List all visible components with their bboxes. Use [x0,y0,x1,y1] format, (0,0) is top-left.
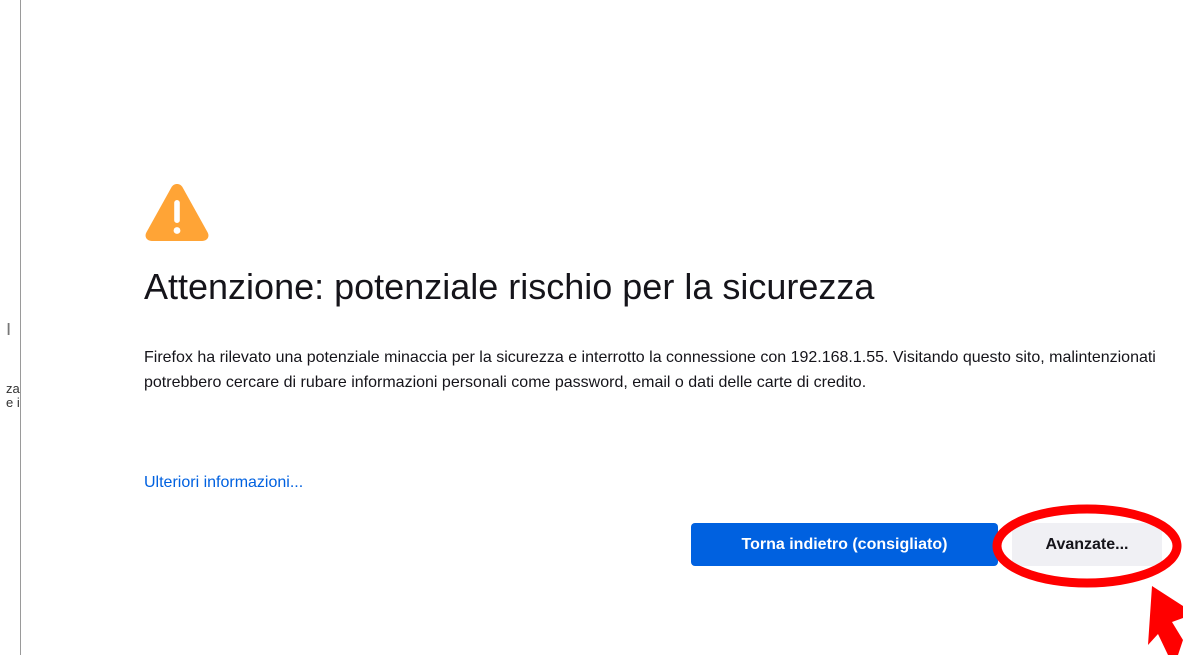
go-back-button[interactable]: Torna indietro (consigliato) [691,523,998,566]
advanced-button[interactable]: Avanzate... [1012,523,1162,566]
warning-triangle-icon [145,184,209,241]
left-panel-fragment: za [6,381,20,396]
learn-more-link[interactable]: Ulteriori informazioni... [144,470,303,495]
left-panel-fragment: ו [6,322,12,337]
firefox-security-warning-page: ו za e i Attenzione: potenziale rischio … [0,0,1183,655]
page-title: Attenzione: potenziale rischio per la si… [144,266,875,307]
pointer-arrow-icon [1148,586,1183,655]
error-description: Firefox ha rilevato una potenziale minac… [144,349,1156,391]
left-panel-fragment: e i [6,395,20,410]
